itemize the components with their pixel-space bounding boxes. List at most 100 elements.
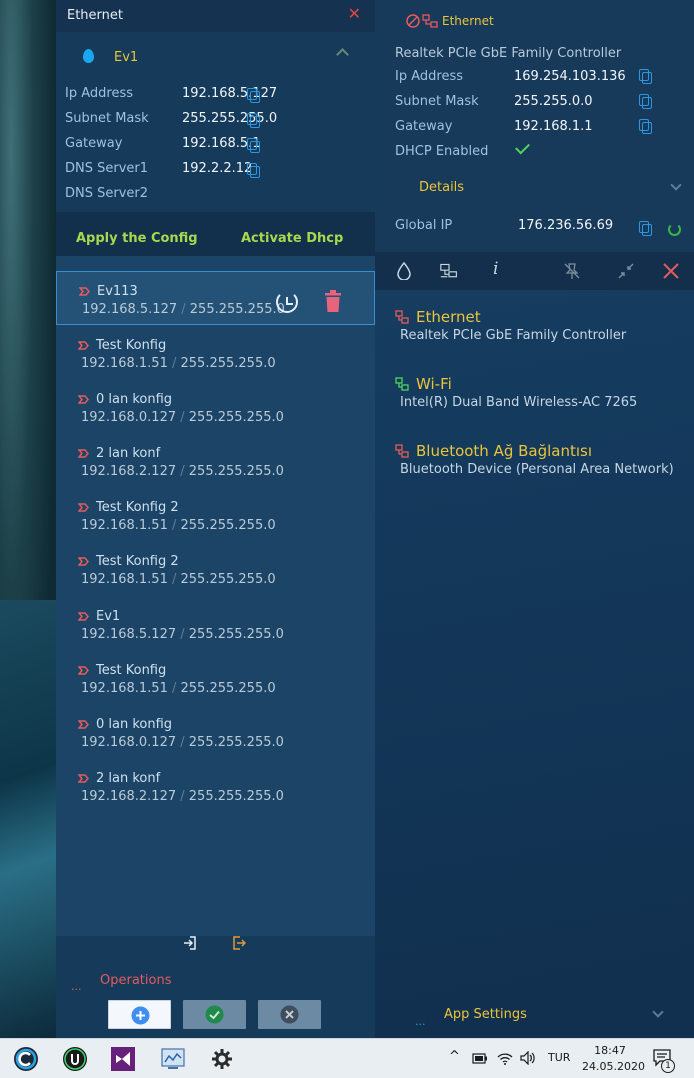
app-settings-toggle[interactable]: App Settings	[444, 1007, 527, 1022]
field-label: Subnet Mask	[65, 111, 149, 126]
refresh-icon[interactable]	[668, 223, 681, 236]
panel-titlebar: Ethernet ✕	[56, 0, 375, 32]
profile-ip-mask: 192.168.1.51 / 255.255.255.0	[81, 518, 276, 533]
clock[interactable]: 18:47 24.05.2020	[582, 1043, 645, 1075]
date: 24.05.2020	[582, 1060, 645, 1073]
network-app-icon[interactable]	[160, 1046, 186, 1072]
iobit-icon[interactable]	[62, 1046, 88, 1072]
profile-panel: Ethernet ✕ Ev1 Ip Address 192.168.5.127 …	[56, 0, 375, 1038]
bluetooth-adapter-icon	[395, 444, 409, 458]
field-label: DHCP Enabled	[395, 144, 489, 159]
adapter-name: Wi-Fi	[416, 375, 452, 393]
profile-mask: 255.255.255.0	[188, 410, 284, 425]
windows-taskbar: ^ TUR 18:47 24.05.2020 1	[0, 1038, 694, 1078]
adapter-title: Ethernet	[442, 14, 494, 28]
tag-icon	[79, 287, 90, 296]
visual-studio-icon[interactable]	[110, 1046, 136, 1072]
list-item[interactable]: Ev1 192.168.5.127 / 255.255.255.0	[56, 597, 375, 651]
profile-mask: 255.255.255.0	[189, 302, 285, 317]
profile-ip: 192.168.2.127	[81, 464, 177, 479]
wifi-icon[interactable]	[497, 1051, 513, 1065]
desktop-wallpaper-left	[0, 0, 56, 1038]
activate-dhcp-button[interactable]: Activate Dhcp	[241, 231, 343, 246]
field-label: Gateway	[395, 119, 453, 134]
notification-badge: 1	[661, 1059, 675, 1073]
profile-ip: 192.168.0.127	[81, 410, 177, 425]
profile-ip: 192.168.5.127	[82, 302, 178, 317]
import-icon[interactable]	[183, 936, 197, 950]
confirm-button[interactable]	[183, 1000, 246, 1029]
copy-icon[interactable]	[639, 94, 652, 109]
separator: /	[180, 464, 185, 479]
delete-icon[interactable]	[325, 290, 341, 312]
ethernet-disconnected-icon	[406, 14, 438, 28]
ccleaner-icon[interactable]	[13, 1046, 39, 1072]
adapter-item-wifi[interactable]: Wi-Fi Intel(R) Dual Band Wireless-AC 726…	[375, 357, 694, 410]
copy-icon[interactable]	[247, 138, 260, 153]
close-icon[interactable]	[662, 262, 680, 280]
language-indicator[interactable]: TUR	[548, 1051, 570, 1064]
adapter-item-ethernet[interactable]: Ethernet Realtek PCIe GbE Family Control…	[375, 290, 694, 343]
info-icon[interactable]: i	[493, 259, 511, 279]
battery-icon[interactable]	[472, 1053, 488, 1064]
copy-icon[interactable]	[247, 113, 260, 128]
network-icon[interactable]	[440, 262, 458, 280]
field-value: 169.254.103.136	[514, 69, 626, 84]
profile-name: 0 lan konfig	[96, 717, 173, 732]
wifi-adapter-icon	[395, 377, 409, 391]
chevron-down-icon[interactable]	[670, 179, 682, 191]
app-settings-dots[interactable]: ...	[415, 1015, 426, 1028]
profile-ip: 192.168.1.51	[81, 518, 168, 533]
tag-icon	[78, 557, 89, 566]
list-item[interactable]: Ev113 192.168.5.127 / 255.255.255.0	[56, 271, 375, 325]
profile-ip: 192.168.2.127	[81, 789, 177, 804]
ethernet-icon	[395, 310, 409, 324]
chevron-up-icon[interactable]: ^	[449, 1049, 460, 1064]
adapter-device: Realtek PCIe GbE Family Controller	[400, 328, 627, 343]
tag-icon	[78, 720, 89, 729]
profile-ip-mask: 192.168.0.127 / 255.255.255.0	[81, 410, 284, 425]
apply-config-button[interactable]: Apply the Config	[76, 231, 198, 246]
profile-name: Ev1	[96, 609, 121, 624]
volume-icon[interactable]	[520, 1051, 535, 1065]
copy-icon[interactable]	[639, 119, 652, 134]
copy-icon[interactable]	[639, 69, 652, 84]
adapter-item-bluetooth[interactable]: Bluetooth Ağ Bağlantısı Bluetooth Device…	[375, 424, 694, 477]
profile-mask: 255.255.255.0	[188, 627, 284, 642]
profile-ip-mask: 192.168.0.127 / 255.255.255.0	[81, 735, 284, 750]
copy-icon[interactable]	[247, 88, 260, 103]
field-value: 255.255.255.0	[182, 111, 278, 126]
list-item[interactable]: Test Konfig 2 192.168.1.51 / 255.255.255…	[56, 542, 375, 596]
cancel-button[interactable]	[258, 1000, 321, 1029]
close-icon[interactable]: ✕	[348, 5, 361, 23]
list-item[interactable]: 2 lan konf 192.168.2.127 / 255.255.255.0	[56, 759, 375, 813]
settings-icon[interactable]	[209, 1046, 235, 1072]
details-toggle[interactable]: Details	[419, 180, 464, 195]
drop-icon[interactable]	[395, 262, 413, 280]
operations-dots[interactable]: ...	[71, 980, 82, 993]
list-item[interactable]: Test Konfig 2 192.168.1.51 / 255.255.255…	[56, 488, 375, 542]
profile-name: 0 lan konfig	[96, 392, 173, 407]
copy-icon[interactable]	[247, 163, 260, 178]
adapter-controller: Realtek PCIe GbE Family Controller	[395, 46, 622, 61]
list-item[interactable]: Test Konfig 192.168.1.51 / 255.255.255.0	[56, 326, 375, 380]
adapter-device: Intel(R) Dual Band Wireless-AC 7265	[400, 395, 638, 410]
tag-icon	[78, 449, 89, 458]
unpin-icon[interactable]	[563, 262, 581, 280]
profile-ip-mask: 192.168.1.51 / 255.255.255.0	[81, 356, 276, 371]
restore-icon[interactable]	[276, 291, 298, 313]
list-item[interactable]: 0 lan konfig 192.168.0.127 / 255.255.255…	[56, 380, 375, 434]
export-icon[interactable]	[232, 936, 246, 950]
field-value: 192.168.5.127	[182, 86, 278, 101]
copy-icon[interactable]	[639, 221, 652, 236]
list-item[interactable]: Test Konfig 192.168.1.51 / 255.255.255.0	[56, 651, 375, 705]
profile-mask: 255.255.255.0	[188, 464, 284, 479]
separator: /	[171, 572, 177, 587]
chevron-up-icon[interactable]	[336, 48, 349, 61]
collapse-icon[interactable]	[617, 262, 635, 280]
list-item[interactable]: 2 lan konf 192.168.2.127 / 255.255.255.0	[56, 434, 375, 488]
add-button[interactable]	[108, 1000, 171, 1029]
active-profile-header[interactable]: Ev1	[56, 32, 375, 82]
global-ip-value: 176.236.56.69	[518, 218, 614, 233]
list-item[interactable]: 0 lan konfig 192.168.0.127 / 255.255.255…	[56, 705, 375, 759]
